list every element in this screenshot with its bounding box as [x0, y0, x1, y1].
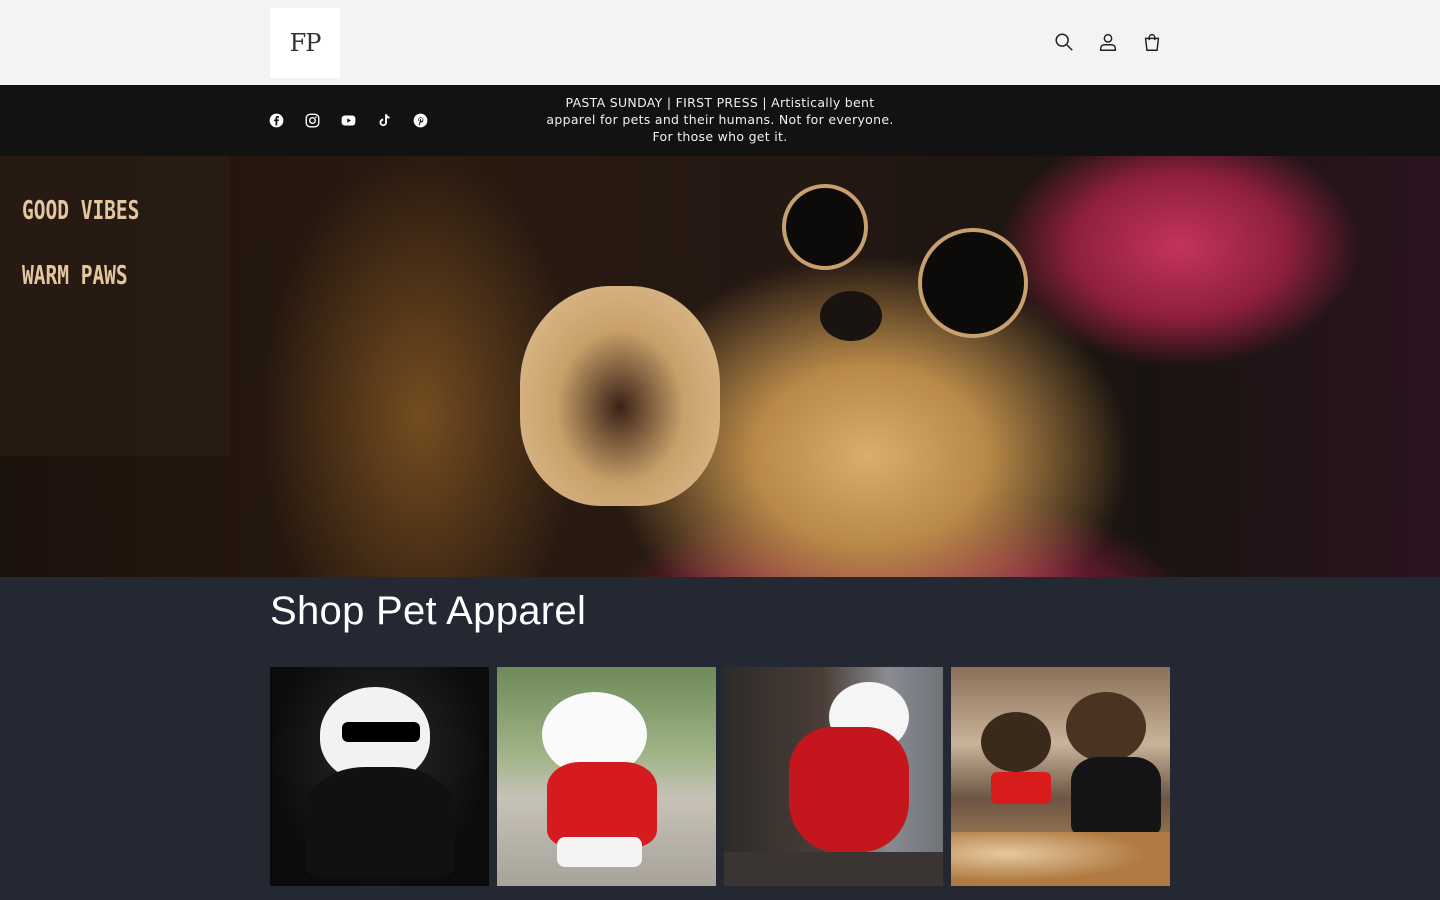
dog-nose [820, 291, 882, 341]
social-links [258, 102, 438, 138]
product-card[interactable] [270, 667, 489, 886]
product-image [981, 712, 1051, 772]
sweater-decoration [547, 762, 657, 847]
sign-line: GOOD VIBES [22, 196, 140, 226]
announcement-text: PASTA SUNDAY | FIRST PRESS | Artisticall… [546, 95, 894, 144]
hoodie-decoration [1071, 757, 1161, 837]
product-card[interactable] [951, 667, 1170, 886]
product-image [1066, 692, 1146, 762]
puddle-decoration [724, 852, 943, 886]
bread-decoration [951, 832, 1170, 886]
sign-line: WARM PAWS [22, 261, 128, 291]
instagram-icon[interactable] [294, 102, 330, 138]
hoodie-decoration [305, 767, 455, 877]
search-icon[interactable] [1042, 20, 1086, 64]
account-icon[interactable] [1086, 20, 1130, 64]
pinterest-icon[interactable] [402, 102, 438, 138]
facebook-icon[interactable] [258, 102, 294, 138]
hero-banner[interactable]: GOOD VIBES WARM PAWS [0, 156, 1440, 577]
raincoat-decoration [789, 727, 909, 852]
sunglasses-left [782, 184, 868, 270]
tiktok-icon[interactable] [366, 102, 402, 138]
sunglasses-right [918, 228, 1028, 338]
sunglasses-decoration [342, 722, 420, 742]
product-grid [270, 667, 1170, 886]
product-card[interactable] [497, 667, 716, 886]
youtube-icon[interactable] [330, 102, 366, 138]
header-icons [1042, 20, 1174, 64]
cart-icon[interactable] [1130, 20, 1174, 64]
product-card[interactable] [724, 667, 943, 886]
site-header: FP [0, 0, 1440, 85]
raised-paw [520, 286, 720, 506]
chalkboard-sign: GOOD VIBES WARM PAWS [0, 156, 230, 456]
bandana-decoration [991, 772, 1051, 804]
section-title: Shop Pet Apparel [270, 589, 587, 633]
dog-legs [557, 837, 642, 867]
announcement-bar: PASTA SUNDAY | FIRST PRESS | Artisticall… [0, 85, 1440, 156]
logo[interactable]: FP [270, 8, 340, 78]
main-section: Shop Pet Apparel [0, 577, 1440, 900]
